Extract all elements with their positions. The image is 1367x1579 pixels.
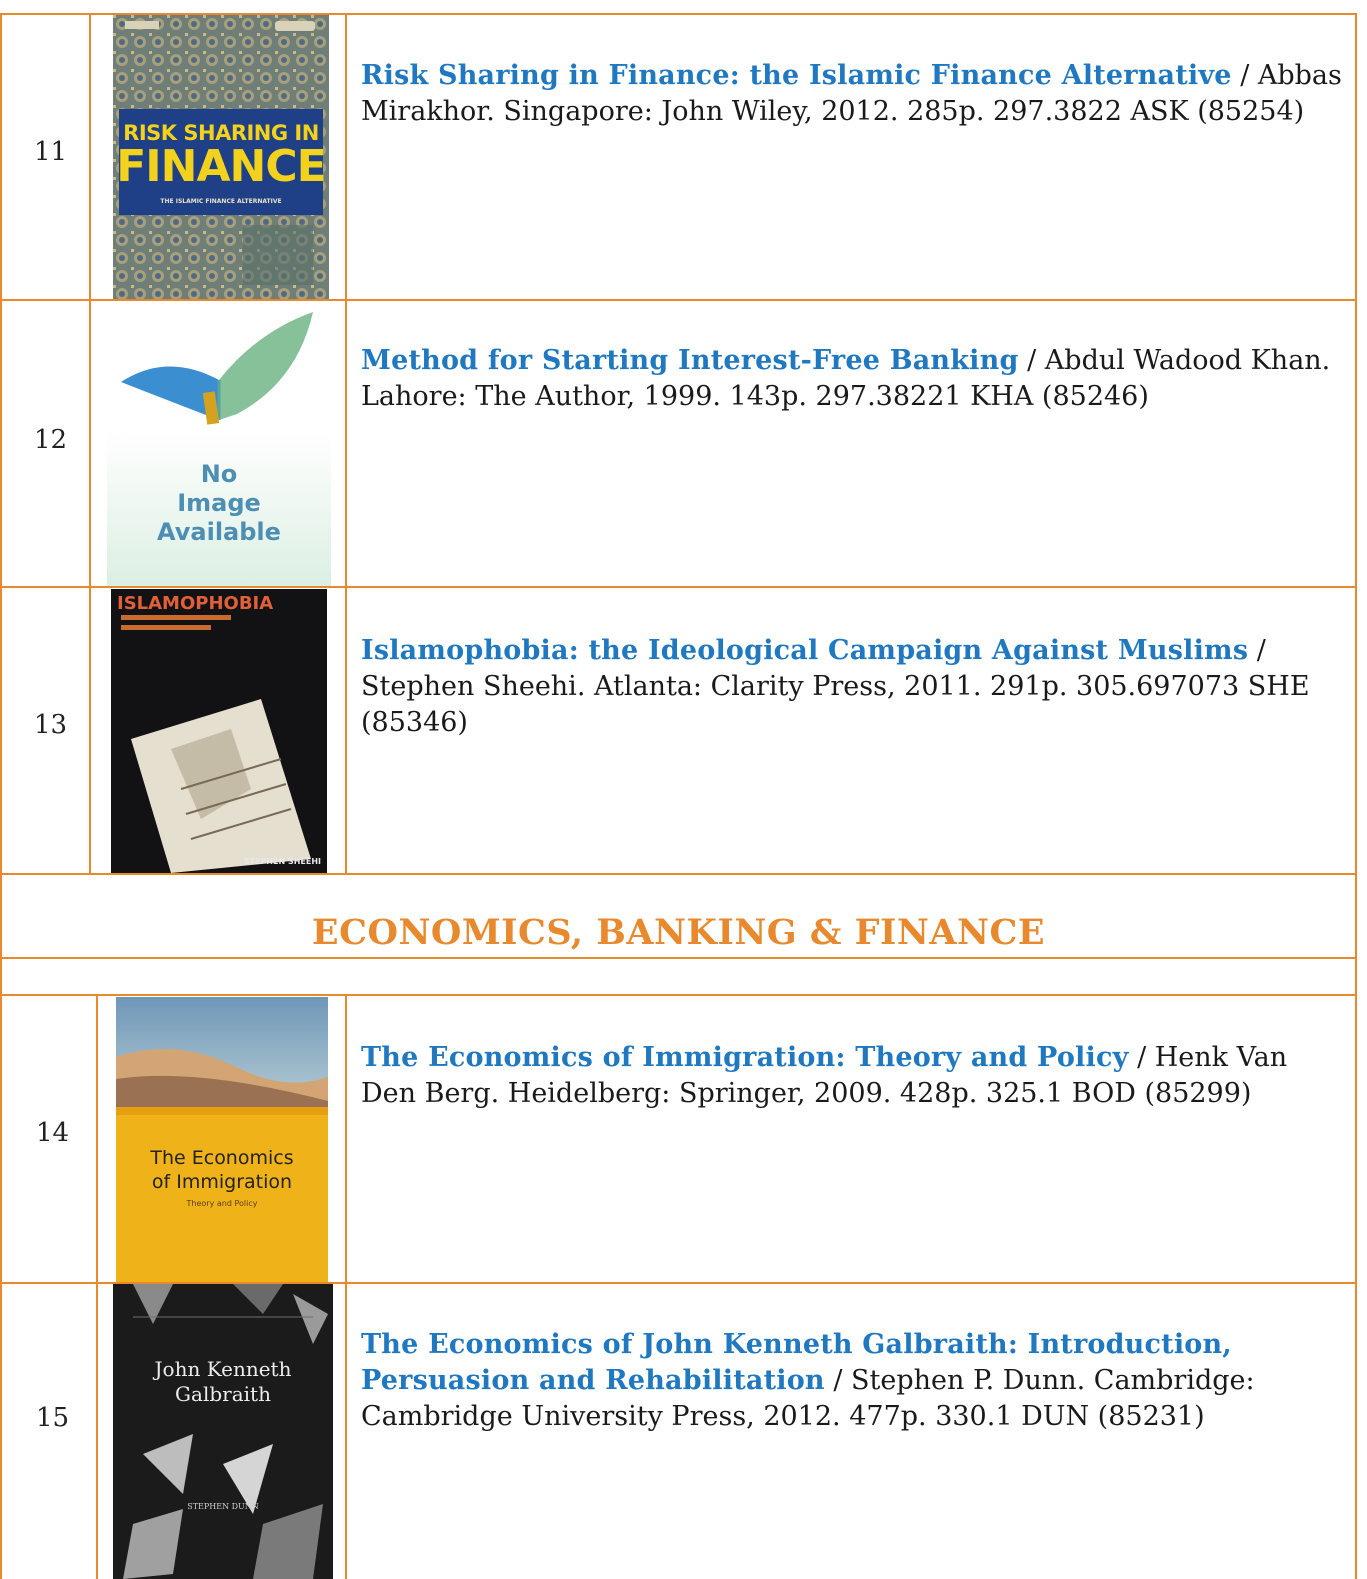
cover-title-line: FINANCE <box>116 141 326 192</box>
column-divider <box>345 994 347 1579</box>
book-entry: Islamophobia: the Ideological Campaign A… <box>361 633 1346 741</box>
entry-number: 11 <box>34 137 68 167</box>
cover-author: STEPHEN SHEEHI <box>243 857 321 866</box>
book-title-link[interactable]: Islamophobia: the Ideological Campaign A… <box>361 635 1248 666</box>
book-title-link[interactable]: The Economics of Immigration: Theory and… <box>361 1042 1128 1073</box>
cover-title: ISLAMOPHOBIA <box>117 593 274 614</box>
entry-number: 12 <box>34 425 68 455</box>
book-title-link[interactable]: Method for Starting Interest-Free Bankin… <box>361 345 1019 376</box>
row-divider <box>0 299 1357 301</box>
column-divider <box>96 994 98 1579</box>
row-divider <box>0 957 1357 959</box>
placeholder-text: Image <box>177 489 261 517</box>
book-entry: Risk Sharing in Finance: the Islamic Fin… <box>361 58 1346 130</box>
cover-title-line: John Kenneth <box>154 1357 292 1381</box>
row-divider <box>0 873 1357 875</box>
entry-number: 14 <box>36 1118 70 1148</box>
entry-number: 15 <box>36 1403 70 1433</box>
book-cover-image: John Kenneth Galbraith STEPHEN DUNN <box>113 1284 333 1579</box>
cover-subtitle: Theory and Policy <box>186 1199 258 1208</box>
book-entry: The Economics of John Kenneth Galbraith:… <box>361 1327 1346 1435</box>
column-divider <box>1355 13 1357 1579</box>
cover-title-line: of Immigration <box>151 1171 293 1193</box>
placeholder-text: No <box>200 460 238 488</box>
book-entry: Method for Starting Interest-Free Bankin… <box>361 343 1346 415</box>
book-cover-image: RISK SHARING IN FINANCE THE ISLAMIC FINA… <box>113 15 329 299</box>
column-divider <box>345 13 347 873</box>
placeholder-text: Available <box>157 518 281 546</box>
cover-author: STEPHEN DUNN <box>187 1502 259 1511</box>
column-divider <box>89 13 91 873</box>
entry-number: 13 <box>34 710 68 740</box>
column-divider <box>0 13 2 1579</box>
book-title-link[interactable]: Risk Sharing in Finance: the Islamic Fin… <box>361 60 1232 91</box>
cover-subtitle: THE ISLAMIC FINANCE ALTERNATIVE <box>160 198 282 205</box>
cover-title-line: Galbraith <box>175 1382 271 1406</box>
row-divider <box>0 994 1357 996</box>
section-heading: ECONOMICS, BANKING & FINANCE <box>311 912 1046 953</box>
row-divider <box>0 586 1357 588</box>
book-cover-image: ISLAMOPHOBIA STEPHEN SHEEHI <box>111 589 327 873</box>
no-image-placeholder: No Image Available <box>107 302 331 586</box>
book-cover-image: The Economics of Immigration Theory and … <box>116 997 328 1282</box>
cover-title-line: The Economics <box>150 1147 294 1169</box>
catalogue-page: 11 RISK SHARING IN FINANCE THE ISLAMIC F… <box>0 0 1367 1579</box>
book-entry: The Economics of Immigration: Theory and… <box>361 1040 1346 1112</box>
